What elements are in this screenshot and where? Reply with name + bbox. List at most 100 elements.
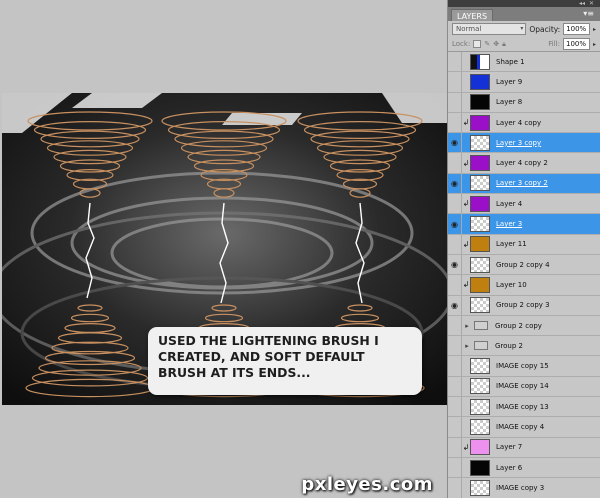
lock-transparency-icon[interactable]	[473, 40, 482, 48]
layer-row[interactable]: ▸ Group 2	[448, 336, 600, 357]
close-icon[interactable]: ✕	[589, 0, 594, 7]
layer-row[interactable]: Layer 3	[448, 214, 600, 235]
layer-row[interactable]: Layer 3 copy	[448, 133, 600, 154]
visibility-eye-icon[interactable]	[448, 173, 462, 194]
visibility-eye-icon[interactable]	[448, 112, 462, 133]
layer-row[interactable]: Shape 1	[448, 52, 600, 73]
layer-name: Group 2 copy 3	[496, 301, 550, 310]
expand-arrow-icon[interactable]: ▸	[462, 322, 472, 330]
visibility-eye-icon[interactable]	[448, 336, 462, 356]
visibility-eye-icon[interactable]	[448, 72, 462, 92]
visibility-eye-icon[interactable]	[448, 315, 462, 336]
layer-thumbnail	[470, 175, 490, 192]
visibility-eye-icon[interactable]	[448, 52, 462, 72]
layer-row[interactable]: ↲ Layer 4	[448, 194, 600, 215]
layer-row[interactable]: ↲ Layer 10	[448, 275, 600, 296]
clipping-mask-icon: ↲	[462, 158, 470, 168]
layer-list: Shape 1 Layer 9 Layer 8 ↲ Layer 4 copy Layer …	[448, 52, 600, 498]
layer-name: Layer 11	[496, 240, 527, 249]
layer-row[interactable]: Layer 6	[448, 457, 600, 479]
layer-name: IMAGE copy 14	[496, 382, 549, 391]
opacity-input[interactable]: 100%	[563, 23, 590, 35]
folder-icon	[474, 321, 488, 330]
panel-titlebar[interactable]: ◂◂ ✕	[448, 0, 600, 7]
clipping-mask-icon: ↲	[462, 442, 470, 452]
lock-move-icon[interactable]: ✥	[493, 40, 499, 48]
blend-row: Normal ▾ Opacity: 100% ▸	[448, 21, 600, 37]
layer-name: Layer 3	[496, 220, 523, 229]
layer-row[interactable]: Layer 9	[448, 72, 600, 93]
visibility-eye-icon[interactable]	[448, 397, 462, 417]
layer-name: Layer 3 copy	[496, 138, 542, 147]
layer-thumbnail	[470, 195, 490, 212]
layer-row[interactable]: ▸ Group 2 copy	[448, 315, 600, 337]
visibility-eye-icon[interactable]	[448, 417, 462, 437]
layer-row[interactable]: IMAGE copy 3	[448, 478, 600, 498]
panel-tabbar: LAYERS ▾≡	[448, 7, 600, 21]
layer-row[interactable]: ↲ Layer 4 copy	[448, 112, 600, 134]
clipping-mask-icon: ↲	[462, 280, 470, 290]
layer-thumbnail	[470, 378, 490, 395]
layer-name: Layer 4 copy 2	[496, 159, 548, 168]
opacity-label: Opacity:	[529, 24, 561, 34]
layer-thumbnail	[470, 256, 490, 273]
layer-row[interactable]: IMAGE copy 14	[448, 376, 600, 398]
layer-name: Layer 7	[496, 443, 523, 452]
layers-panel: ◂◂ ✕ LAYERS ▾≡ Normal ▾ Opacity: 100% ▸ L…	[447, 0, 600, 498]
visibility-eye-icon[interactable]	[448, 234, 462, 254]
expand-arrow-icon[interactable]: ▸	[462, 342, 472, 350]
lock-paint-icon[interactable]: ✎	[484, 40, 490, 48]
layer-row[interactable]: ↲ Layer 11	[448, 234, 600, 255]
collapse-icon[interactable]: ◂◂	[579, 0, 585, 7]
opacity-arrow-icon[interactable]: ▸	[593, 26, 596, 33]
layer-name: Group 2 copy	[495, 321, 542, 330]
visibility-eye-icon[interactable]	[448, 254, 462, 275]
layer-row[interactable]: ↲ Layer 4 copy 2	[448, 153, 600, 174]
visibility-eye-icon[interactable]	[448, 437, 462, 457]
fill-input[interactable]: 100%	[562, 38, 590, 50]
fill-arrow-icon[interactable]: ▸	[593, 41, 596, 48]
layer-thumbnail	[470, 94, 490, 111]
visibility-eye-icon[interactable]	[448, 295, 462, 315]
folder-icon	[474, 341, 488, 351]
layer-thumbnail	[470, 297, 490, 314]
visibility-eye-icon[interactable]	[448, 153, 462, 173]
tab-layers[interactable]: LAYERS	[451, 9, 494, 21]
layer-name: IMAGE copy 3	[496, 483, 545, 492]
visibility-eye-icon[interactable]	[448, 194, 462, 214]
clipping-mask-icon: ↲	[462, 199, 470, 209]
layer-name: IMAGE copy 13	[496, 402, 549, 411]
lock-all-icon[interactable]: 🔒︎	[502, 40, 506, 49]
layer-row[interactable]: Layer 3 copy 2	[448, 173, 600, 195]
layer-name: Layer 4	[496, 199, 523, 208]
layer-row[interactable]: Layer 8	[448, 92, 600, 113]
visibility-eye-icon[interactable]	[448, 214, 462, 234]
fill-label: Fill:	[548, 40, 560, 48]
visibility-eye-icon[interactable]	[448, 133, 462, 153]
layer-name: IMAGE copy 15	[496, 362, 549, 371]
layer-row[interactable]: IMAGE copy 4	[448, 417, 600, 438]
layer-name: Shape 1	[496, 57, 525, 66]
visibility-eye-icon[interactable]	[448, 275, 462, 295]
document-canvas[interactable]: USED THE LIGHTENING BRUSH I CREATED, AND…	[0, 0, 447, 498]
blend-mode-select[interactable]: Normal ▾	[452, 23, 527, 35]
layer-thumbnail	[470, 459, 490, 476]
visibility-eye-icon[interactable]	[448, 356, 462, 376]
layer-row[interactable]: Group 2 copy 3	[448, 295, 600, 316]
visibility-eye-icon[interactable]	[448, 478, 462, 498]
layer-row[interactable]: IMAGE copy 15	[448, 356, 600, 377]
layer-name: Layer 4 copy	[496, 118, 542, 127]
visibility-eye-icon[interactable]	[448, 457, 462, 478]
layer-row[interactable]: IMAGE copy 13	[448, 397, 600, 418]
layer-row[interactable]: ↲ Layer 7	[448, 437, 600, 458]
layer-thumbnail	[470, 398, 490, 415]
layer-thumbnail	[470, 418, 490, 435]
clipping-mask-icon: ↲	[462, 118, 470, 128]
layer-thumbnail	[470, 276, 490, 293]
lock-row: Lock: ✎ ✥ 🔒︎ Fill: 100% ▸	[448, 37, 600, 52]
layer-row[interactable]: Group 2 copy 4	[448, 254, 600, 276]
layer-name: IMAGE copy 4	[496, 422, 545, 431]
visibility-eye-icon[interactable]	[448, 376, 462, 397]
panel-menu-icon[interactable]: ▾≡	[583, 9, 594, 18]
visibility-eye-icon[interactable]	[448, 92, 462, 112]
